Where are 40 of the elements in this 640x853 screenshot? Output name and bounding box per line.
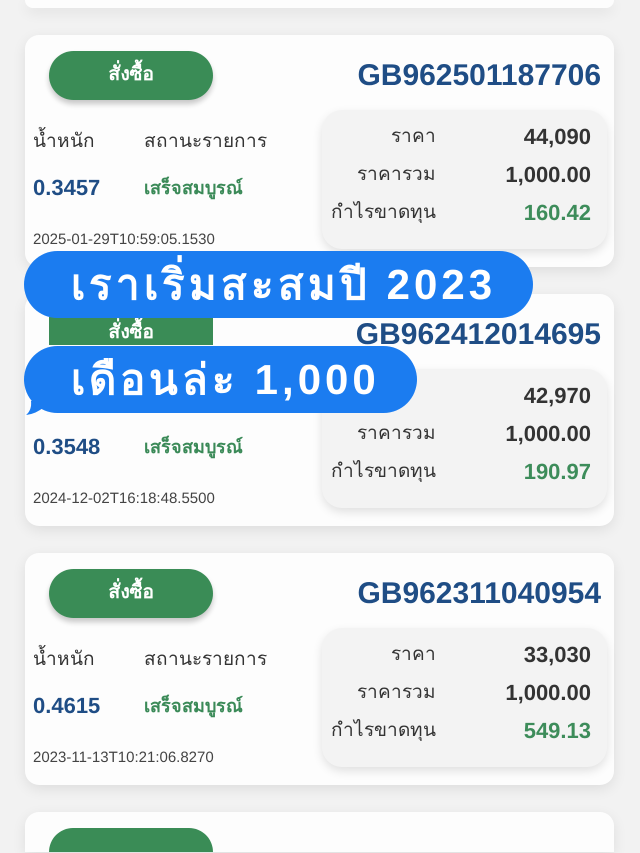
summary-value: 190.97 [524, 458, 591, 486]
summary-value: 42,970 [524, 382, 591, 410]
summary-value: 44,090 [524, 123, 591, 151]
timestamp: 2025-01-29T10:59:05.1530 [33, 230, 215, 250]
summary-label: ราคารวม [357, 163, 436, 187]
summary-value: 1,000.00 [505, 161, 591, 189]
summary-label: กำไรขาดทุน [331, 200, 436, 225]
status-value: เสร็จสมบูรณ์ [144, 434, 243, 460]
status-value: เสร็จสมบูรณ์ [144, 176, 243, 202]
weight-label: น้ำหนัก [33, 124, 95, 160]
summary-value: 1,000.00 [505, 420, 591, 448]
timestamp: 2023-11-13T10:21:06.8270 [33, 748, 214, 768]
weight-label: น้ำหนัก [33, 642, 95, 678]
weight-value: 0.4615 [33, 693, 100, 718]
summary-label: ราคา [391, 125, 436, 149]
summary-label: กำไรขาดทุน [331, 459, 436, 484]
weight-value: 0.3457 [33, 175, 100, 200]
order-button[interactable]: สั่งซื้อ [49, 51, 213, 100]
summary-value: 33,030 [524, 641, 591, 669]
summary-value: 160.42 [524, 199, 591, 227]
caption-bubble: เดือนล่ะ 1,000 [24, 346, 417, 413]
summary-label: ราคารวม [357, 681, 436, 705]
caption-bubble: เราเริ่มสะสมปี 2023 [24, 251, 534, 318]
order-id: GB962501187706 [357, 62, 601, 88]
status-label: สถานะรายการ [144, 648, 267, 672]
order-button[interactable] [49, 828, 213, 852]
bubble-tail-icon [26, 401, 44, 415]
order-id: GB962311040954 [357, 580, 601, 606]
summary-value: 1,000.00 [505, 679, 591, 707]
order-button[interactable]: สั่งซื้อ [49, 317, 213, 345]
weight-value: 0.3548 [33, 434, 100, 459]
summary-label: กำไรขาดทุน [331, 718, 436, 743]
timestamp: 2024-12-02T16:18:48.5500 [33, 489, 215, 509]
summary-label: ราคา [391, 643, 436, 667]
order-id: GB962412014695 [356, 322, 601, 348]
summary-label: ราคารวม [357, 422, 436, 446]
summary-value: 549.13 [524, 717, 591, 745]
status-label: สถานะรายการ [144, 130, 267, 154]
status-value: เสร็จสมบูรณ์ [144, 694, 243, 720]
order-button[interactable]: สั่งซื้อ [49, 569, 213, 618]
